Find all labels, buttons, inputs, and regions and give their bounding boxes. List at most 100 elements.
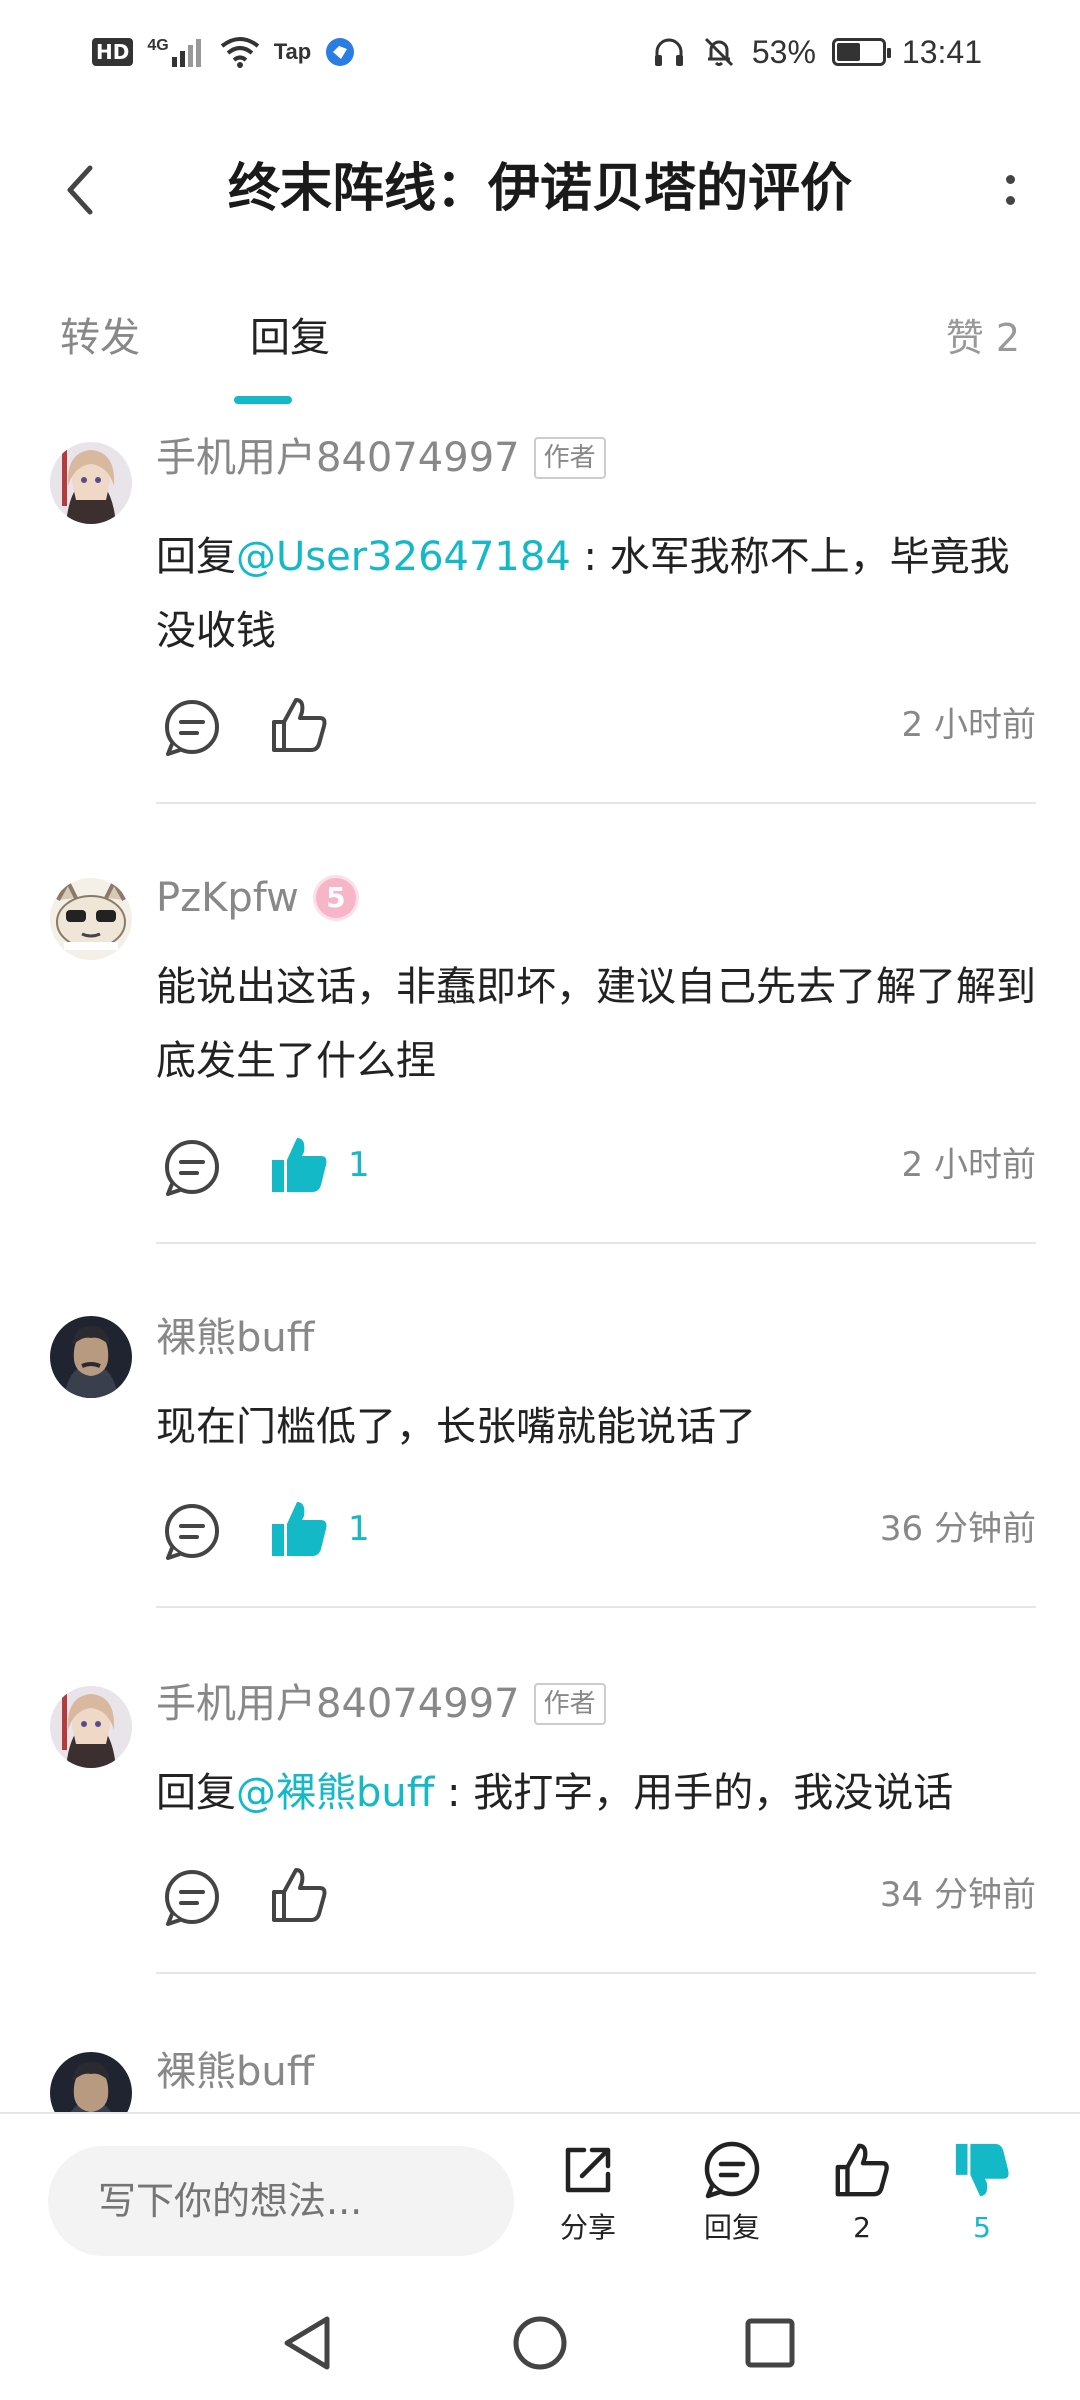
comment-actions: 34 分钟前 xyxy=(156,1862,1036,1932)
reply-icon[interactable] xyxy=(162,698,222,758)
comment-time: 34 分钟前 xyxy=(879,1875,1036,1915)
avatar[interactable] xyxy=(50,1316,132,1398)
like-count: 2 xyxy=(853,2211,871,2244)
comment-time: 2 小时前 xyxy=(901,705,1036,745)
bell-muted-icon xyxy=(704,37,733,67)
username[interactable]: 手机用户84074997 xyxy=(156,430,520,486)
reply-prefix: 回复 xyxy=(156,534,236,580)
username[interactable]: 手机用户84074997 xyxy=(156,1676,520,1732)
comment-text: 回复@User32647184 : 水军我称不上，毕竟我没收钱 xyxy=(156,520,1036,668)
dislike-button[interactable]: 5 xyxy=(932,2140,1032,2270)
comment-author: 裸熊buff xyxy=(156,1310,314,1366)
reply-icon[interactable] xyxy=(162,1138,222,1198)
share-button[interactable]: 分享 xyxy=(538,2140,638,2270)
nav-home-button[interactable] xyxy=(505,2308,575,2378)
comment-author: 手机用户84074997 作者 xyxy=(156,430,606,486)
comment-text: 现在门槛低了，长张嘴就能说话了 xyxy=(156,1390,1036,1464)
thumbs-down-filled-icon xyxy=(955,2143,1009,2197)
comment-actions: 1 36 分钟前 xyxy=(156,1496,1036,1566)
reply-icon[interactable] xyxy=(162,1502,222,1562)
username[interactable]: PzKpfw xyxy=(156,870,299,926)
avatar[interactable] xyxy=(50,2052,132,2112)
comment-time: 2 小时前 xyxy=(901,1145,1036,1185)
comment-input[interactable] xyxy=(48,2146,514,2256)
like-button[interactable]: 2 xyxy=(812,2140,912,2270)
share-label: 分享 xyxy=(559,2211,616,2244)
comment-content: 能说出这话，非蠢即坏，建议自己先去了解了解到底发生了什么捏 xyxy=(156,964,1036,1084)
comment-actions: 1 2 小时前 xyxy=(156,1132,1036,1202)
tab-replies[interactable]: 回复 xyxy=(250,308,330,368)
comment-text: 回复@裸熊buff : 我打字，用手的，我没说话 xyxy=(156,1756,1036,1830)
triangle-back-icon xyxy=(284,2316,330,2370)
dislike-count: 5 xyxy=(973,2211,991,2244)
clock: 13:41 xyxy=(901,33,982,70)
tab-active-indicator xyxy=(234,396,292,404)
more-options-button[interactable] xyxy=(970,150,1050,230)
comment-content: 现在门槛低了，长张嘴就能说话了 xyxy=(156,1404,756,1450)
like-count: 1 xyxy=(348,1145,370,1185)
tab-forward[interactable]: 转发 xyxy=(60,308,140,368)
back-button[interactable] xyxy=(40,150,120,230)
author-tag: 作者 xyxy=(533,437,606,479)
tab-bar: 转发 回复 赞 2 xyxy=(0,290,1080,410)
more-dot-icon xyxy=(1005,196,1015,205)
chevron-left-icon xyxy=(67,165,93,215)
reply-prefix: 回复 xyxy=(156,1770,236,1816)
avatar[interactable] xyxy=(50,442,132,524)
thumbs-up-icon[interactable] xyxy=(268,694,330,756)
level-badge: 5 xyxy=(312,875,359,921)
comment-content: : 我打字，用手的，我没说话 xyxy=(434,1770,954,1816)
app-notification-icon xyxy=(326,38,355,66)
status-bar: HD 4G Tap 53% 13:41 xyxy=(0,0,1080,100)
system-nav-bar xyxy=(0,2284,1080,2400)
divider xyxy=(156,1242,1036,1244)
reply-icon xyxy=(704,2141,760,2199)
comment-time: 36 分钟前 xyxy=(879,1509,1036,1549)
status-left: HD 4G Tap xyxy=(92,30,355,74)
author-tag: 作者 xyxy=(533,1683,606,1725)
bottom-action-bar: 分享 回复 2 5 xyxy=(0,2112,1080,2284)
square-recents-icon xyxy=(745,2318,795,2368)
nav-recents-button[interactable] xyxy=(735,2308,805,2378)
thumbs-up-filled-icon[interactable] xyxy=(268,1134,330,1196)
signal-icon: 4G xyxy=(147,37,205,67)
mention-link[interactable]: @User32647184 xyxy=(236,534,571,580)
username[interactable]: 裸熊buff xyxy=(156,1310,314,1366)
network-type: 4G xyxy=(147,37,169,54)
divider xyxy=(156,802,1036,804)
comment-text: 能说出这话，非蠢即坏，建议自己先去了解了解到底发生了什么捏 xyxy=(156,950,1036,1098)
avatar[interactable] xyxy=(50,1686,132,1768)
reply-button[interactable]: 回复 xyxy=(682,2140,782,2270)
battery-percent: 53% xyxy=(751,33,816,70)
more-dot-icon xyxy=(1005,175,1015,184)
comment-actions: 2 小时前 xyxy=(156,692,1036,762)
avatar[interactable] xyxy=(50,878,132,960)
mention-link[interactable]: @裸熊buff xyxy=(236,1770,434,1816)
reply-icon[interactable] xyxy=(162,1868,222,1928)
tab-likes[interactable]: 赞 2 xyxy=(946,308,1020,368)
status-right: 53% 13:41 xyxy=(652,30,982,74)
reply-label: 回复 xyxy=(703,2211,760,2244)
page-title: 终末阵线：伊诺贝塔的评价 xyxy=(227,159,852,219)
like-count: 1 xyxy=(348,1509,370,1549)
list-item: 裸熊buff xyxy=(0,2044,1080,2112)
thumbs-up-icon[interactable] xyxy=(268,1864,330,1926)
circle-home-icon xyxy=(513,2316,567,2370)
thumbs-up-icon xyxy=(835,2143,889,2197)
wifi-icon xyxy=(220,37,259,68)
tap-app-label: Tap xyxy=(273,39,312,64)
hd-badge: HD xyxy=(92,38,134,66)
header: 终末阵线：伊诺贝塔的评价 xyxy=(0,120,1080,260)
divider xyxy=(156,1606,1036,1608)
username[interactable]: 裸熊buff xyxy=(156,2044,314,2100)
battery-fill xyxy=(836,43,860,61)
battery-icon xyxy=(831,38,891,66)
comment-author: 裸熊buff xyxy=(156,2044,314,2100)
divider xyxy=(156,1972,1036,1974)
comment-author: 手机用户84074997 作者 xyxy=(156,1676,606,1732)
headphones-icon xyxy=(654,38,683,66)
share-icon xyxy=(565,2147,611,2193)
nav-back-button[interactable] xyxy=(272,2308,342,2378)
comment-author: PzKpfw 5 xyxy=(156,870,359,926)
thumbs-up-filled-icon[interactable] xyxy=(268,1498,330,1560)
